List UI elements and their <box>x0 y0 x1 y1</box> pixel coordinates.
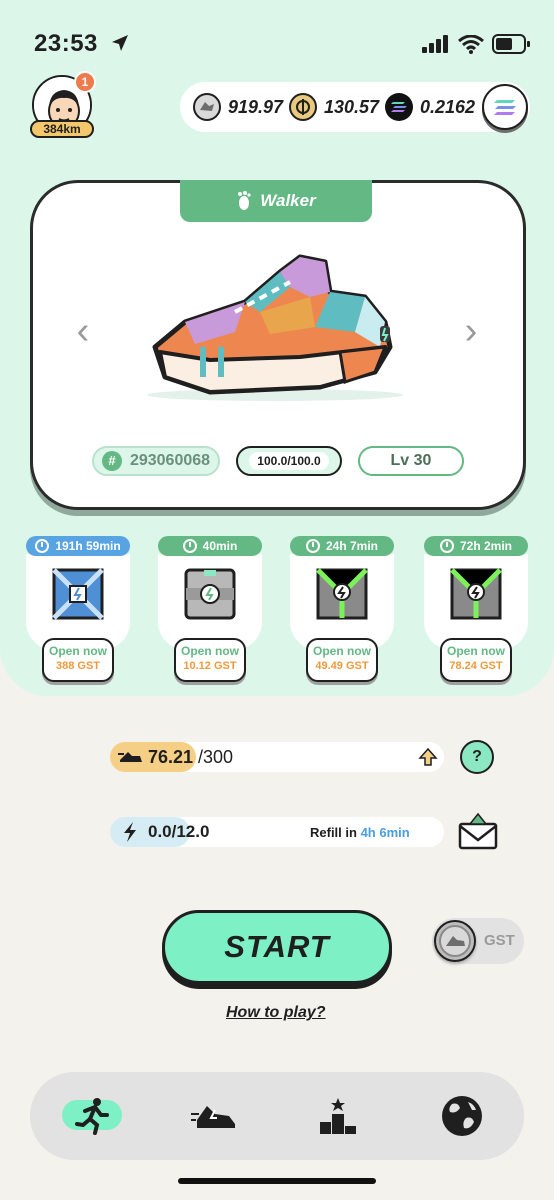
clock-icon <box>35 539 50 553</box>
hash-icon: # <box>101 451 122 471</box>
next-sneaker-arrow[interactable]: › <box>456 312 486 350</box>
nav-tab-sneakers[interactable] <box>184 1090 244 1142</box>
mystery-box-timer: 72h 2min <box>424 536 528 556</box>
mystery-box-gray-icon <box>184 568 236 620</box>
mystery-box-3[interactable]: 24h 7min Open now 49.49 GST <box>290 536 394 684</box>
durability-value: 100.0/100.0 <box>249 452 329 470</box>
balance-gst-value: 130.57 <box>324 96 380 117</box>
mystery-box-timer: 24h 7min <box>290 536 394 556</box>
solana-logo-icon <box>494 100 516 115</box>
open-now-label: Open now <box>447 644 505 658</box>
sneaker-id: # 293060068 <box>92 446 220 476</box>
status-time: 23:53 <box>34 30 98 57</box>
energy-value: 0.0/12.0 <box>148 822 210 841</box>
gst-sneaker-icon <box>439 925 471 957</box>
lightning-icon <box>124 822 136 842</box>
wallet-sol-button[interactable] <box>482 84 528 130</box>
refill-time: 4h 6min <box>360 825 410 840</box>
sneaker-durability: 100.0/100.0 <box>236 446 342 476</box>
gst-toggle[interactable]: GST <box>432 918 524 964</box>
refill-info: Refill in 4h 6min <box>310 825 410 840</box>
open-cost-label: 78.24 GST <box>449 660 503 672</box>
how-to-play-link[interactable]: How to play? <box>226 1004 326 1022</box>
open-cost-label: 49.49 GST <box>315 660 369 672</box>
balance-sol[interactable]: 0.2162 <box>384 92 475 122</box>
open-box-button[interactable]: Open now 10.12 GST <box>174 638 246 682</box>
bottom-nav <box>30 1072 524 1160</box>
mystery-box-green-icon <box>316 568 368 620</box>
home-indicator <box>178 1178 376 1184</box>
podium-icon <box>320 1098 356 1134</box>
gst-toggle-label: GST <box>484 932 515 949</box>
sneaker-step-icon <box>118 752 142 762</box>
step-energy-value: 76.21 <box>148 747 194 767</box>
open-now-label: Open now <box>181 644 239 658</box>
battery-icon <box>492 34 530 54</box>
open-now-label: Open now <box>313 644 371 658</box>
notification-badge: 1 <box>74 71 96 93</box>
balance-gst[interactable]: 130.57 <box>288 92 379 122</box>
mystery-box-4[interactable]: 72h 2min Open now 78.24 GST <box>424 536 528 684</box>
open-cost-label: 10.12 GST <box>183 660 237 672</box>
balance-gmt[interactable]: 919.97 <box>192 92 283 122</box>
distance-badge: 384km <box>30 120 94 138</box>
previous-sneaker-arrow[interactable]: ‹ <box>68 312 98 350</box>
gst-coin-icon <box>289 93 317 121</box>
runner-icon <box>75 1098 109 1135</box>
sneaker-type-tab: Walker <box>180 180 372 222</box>
clock-icon <box>439 539 454 553</box>
open-box-button[interactable]: Open now 78.24 GST <box>440 638 512 682</box>
signal-icon <box>422 35 448 53</box>
sneaker-icon <box>191 1106 235 1128</box>
mystery-box-blue-icon <box>52 568 104 620</box>
mystery-box-timer-label: 24h 7min <box>325 539 379 553</box>
status-indicators <box>422 34 530 54</box>
balance-gmt-value: 919.97 <box>228 96 284 117</box>
sneaker-level[interactable]: Lv 30 <box>358 446 464 476</box>
gmt-coin-icon <box>193 93 221 121</box>
nav-tab-globe[interactable] <box>432 1090 492 1142</box>
balances-bar: 919.97 130.57 0.2162 <box>180 82 530 132</box>
mystery-box-2[interactable]: 40min Open now 10.12 GST <box>158 536 262 684</box>
location-arrow-icon <box>112 35 128 51</box>
globe-icon <box>442 1096 482 1136</box>
nav-tab-leaderboard[interactable] <box>308 1090 368 1142</box>
sneaker-image <box>147 254 403 401</box>
step-energy-max: /300 <box>198 747 234 767</box>
gst-toggle-knob <box>434 920 476 962</box>
open-box-button[interactable]: Open now 388 GST <box>42 638 114 682</box>
sneaker-type-label: Walker <box>260 191 316 210</box>
mystery-box-timer-label: 72h 2min <box>459 539 513 553</box>
open-cost-label: 388 GST <box>55 660 101 672</box>
mystery-box-1[interactable]: 191h 59min Open now 388 GST <box>26 536 130 684</box>
help-button[interactable]: ? <box>460 740 494 774</box>
sol-coin-icon <box>385 93 413 121</box>
envelope-icon[interactable] <box>458 812 498 850</box>
open-box-button[interactable]: Open now 49.49 GST <box>306 638 378 682</box>
start-button[interactable]: START <box>162 910 392 984</box>
clock-icon <box>305 539 320 553</box>
mystery-box-green-icon <box>450 568 502 620</box>
refill-label: Refill in <box>310 825 357 840</box>
energy-bar: 0.0/12.0 Refill in 4h 6min <box>110 817 444 847</box>
step-energy-bar: 76.21 /300 <box>110 742 444 772</box>
mystery-box-timer-label: 191h 59min <box>55 539 121 553</box>
open-now-label: Open now <box>49 644 107 658</box>
upgrade-arrow-icon[interactable] <box>418 747 438 767</box>
mystery-box-timer: 40min <box>158 536 262 556</box>
sneaker-id-value: 293060068 <box>129 452 211 469</box>
mystery-box-timer: 191h 59min <box>26 536 130 556</box>
balance-sol-value: 0.2162 <box>420 96 476 117</box>
footprint-icon <box>238 191 251 210</box>
nav-tab-run[interactable] <box>62 1090 122 1142</box>
clock-icon <box>182 539 197 553</box>
wifi-icon <box>458 34 484 54</box>
mystery-box-timer-label: 40min <box>202 539 238 553</box>
